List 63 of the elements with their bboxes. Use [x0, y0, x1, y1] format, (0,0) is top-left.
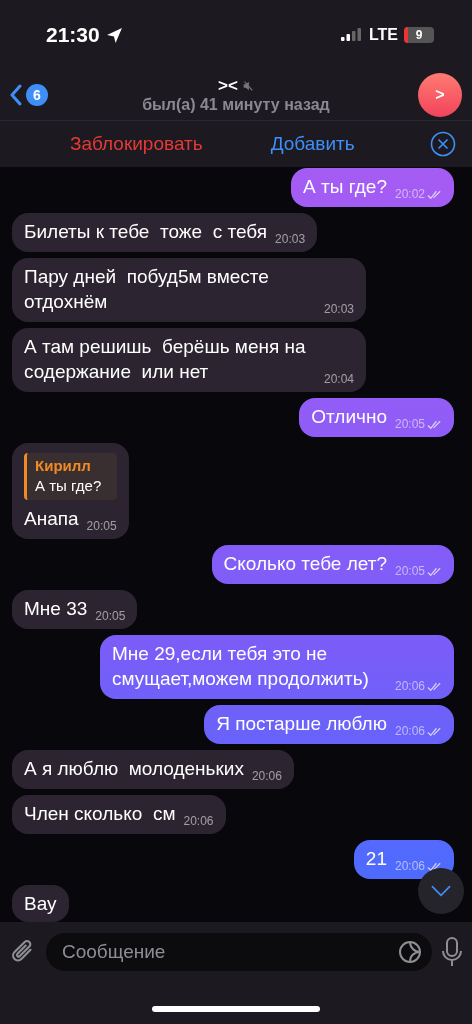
close-icon[interactable] [430, 131, 456, 157]
signal-icon [340, 28, 363, 42]
chevron-down-icon [430, 885, 452, 897]
message-bubble[interactable]: Сколько тебе лет? 20:05 [211, 545, 454, 584]
back-button[interactable]: 6 [10, 84, 110, 106]
message-text: А там решишь берёшь меня на содержание или нет [24, 336, 307, 382]
message-bubble[interactable]: А там решишь берёшь меня на содержание или нет 20:04 [12, 328, 366, 392]
message-time: 20:03 [275, 231, 306, 248]
battery-indicator: 9 [404, 27, 434, 43]
message-text: Мне 33 [24, 598, 88, 619]
message-time: 20:05 [86, 518, 117, 535]
message-bubble[interactable]: Мне 33 20:05 [12, 590, 138, 629]
message-text: Отлично [311, 406, 387, 427]
scroll-down-button[interactable] [418, 868, 464, 914]
message-text: А я люблю молоденьких [24, 758, 244, 779]
message-time: 20:05 [394, 416, 425, 433]
message-time: 20:05 [394, 563, 425, 580]
status-time: 21:30 [46, 23, 100, 47]
message-text: Член сколько см [24, 803, 176, 824]
microphone-icon[interactable] [442, 937, 462, 967]
message-text: Вау [24, 893, 57, 914]
location-arrow-icon [105, 26, 123, 44]
last-seen-status: был(а) 41 минуту назад [142, 96, 330, 114]
message-text: Билеты к тебе тоже с тебя [24, 221, 268, 242]
message-bubble[interactable]: Член сколько см 20:06 [12, 795, 226, 834]
message-text: А ты где? [303, 176, 387, 197]
message-bubble[interactable]: Билеты к тебе тоже с тебя 20:03 [12, 213, 318, 252]
message-text: Я постарше люблю [216, 713, 387, 734]
back-chevron-icon [10, 84, 22, 106]
message-text: Анапа [24, 508, 79, 529]
message-time: 20:06 [183, 813, 214, 830]
network-label: LTE [368, 26, 398, 44]
message-bubble[interactable]: Пару дней побуд5м вместе отдохнём 20:03 [12, 258, 366, 322]
add-contact-button[interactable]: Добавить [270, 133, 355, 155]
message-text: Мне 29,если тебя это не смущает,можем продолжить) [112, 643, 369, 689]
message-time: 20:02 [394, 186, 425, 203]
sticker-icon[interactable] [398, 940, 422, 964]
reply-quote[interactable]: Кирилл А ты где? [24, 453, 117, 500]
message-bubble[interactable]: А я люблю молоденьких 20:06 [12, 750, 294, 789]
message-bubble[interactable]: 21 20:06 [353, 840, 454, 879]
message-input[interactable]: Сообщение [46, 933, 432, 971]
message-time: 20:03 [323, 301, 354, 318]
unread-count-badge: 6 [26, 84, 48, 106]
message-text: Пару дней побуд5м вместе отдохнём [24, 266, 270, 312]
block-button[interactable]: Заблокировать [70, 133, 203, 155]
message-bubble[interactable]: Мне 29,если тебя это не смущает,можем продолжить) 20:06 [100, 635, 454, 699]
reply-author: Кирилл [35, 456, 92, 476]
message-time: 20:04 [323, 371, 354, 388]
avatar[interactable]: > [418, 73, 462, 117]
message-time: 20:06 [394, 858, 425, 875]
message-time: 20:06 [394, 678, 425, 695]
message-time: 20:06 [394, 723, 425, 740]
message-bubble[interactable]: Вау [12, 885, 69, 922]
message-text: Сколько тебе лет? [223, 553, 387, 574]
message-bubble[interactable]: Кирилл А ты где? Анапа 20:05 [12, 443, 129, 539]
message-text: 21 [365, 848, 387, 869]
message-time: 20:05 [95, 608, 126, 625]
chat-title: >< [218, 76, 238, 96]
message-time: 20:06 [251, 768, 282, 785]
message-bubble[interactable]: Отлично 20:05 [299, 398, 454, 437]
reply-text: А ты где? [35, 476, 103, 496]
message-bubble[interactable]: Я постарше люблю 20:06 [204, 705, 454, 744]
message-bubble[interactable]: А ты где? 20:02 [291, 168, 454, 207]
